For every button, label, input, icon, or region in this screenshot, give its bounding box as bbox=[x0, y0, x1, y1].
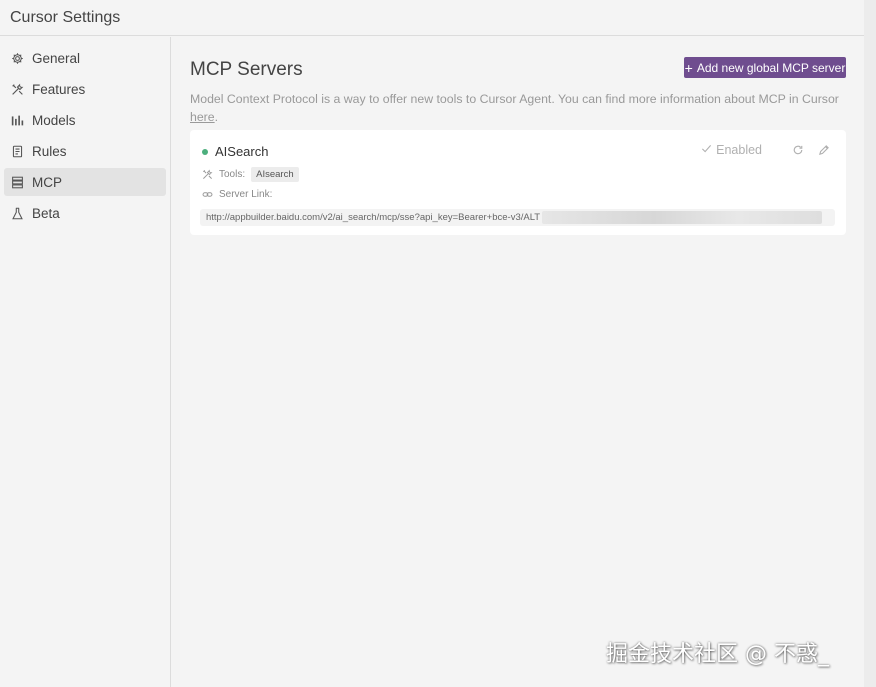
server-link-row: Server Link: bbox=[202, 189, 272, 200]
sidebar-item-mcp[interactable]: MCP bbox=[4, 168, 166, 196]
server-name: AISearch bbox=[215, 144, 269, 159]
server-icon bbox=[10, 175, 24, 189]
sidebar-item-label: Models bbox=[32, 112, 76, 128]
add-mcp-server-button[interactable]: + Add new global MCP server bbox=[684, 57, 846, 78]
mcp-description: Model Context Protocol is a way to offer… bbox=[190, 90, 840, 126]
page-title: MCP Servers bbox=[190, 59, 303, 80]
description-end: . bbox=[214, 110, 219, 124]
enabled-label: Enabled bbox=[716, 143, 762, 157]
tools-icon bbox=[202, 169, 214, 180]
sidebar-item-features[interactable]: Features bbox=[4, 75, 166, 103]
sidebar-item-label: General bbox=[32, 50, 81, 66]
gear-icon bbox=[10, 51, 24, 65]
redacted-area bbox=[542, 211, 823, 224]
sidebar-item-label: Rules bbox=[32, 143, 67, 159]
settings-window: Cursor Settings General Features Models … bbox=[0, 0, 864, 687]
tools-label: Tools: bbox=[219, 169, 246, 180]
add-button-label: Add new global MCP server bbox=[696, 60, 846, 75]
flask-icon bbox=[10, 206, 24, 220]
server-actions: Enabled bbox=[701, 143, 830, 157]
status-indicator bbox=[202, 148, 208, 155]
tool-tag: AIsearch bbox=[251, 167, 299, 182]
sidebar-item-rules[interactable]: Rules bbox=[4, 137, 166, 165]
link-icon bbox=[202, 189, 214, 200]
server-url-text: http://appbuilder.baidu.com/v2/ai_search… bbox=[206, 212, 541, 223]
enabled-toggle[interactable]: Enabled bbox=[701, 143, 762, 157]
plus-icon: + bbox=[684, 59, 693, 76]
sidebar-item-label: Beta bbox=[32, 205, 60, 221]
sidebar-item-beta[interactable]: Beta bbox=[4, 199, 166, 227]
main-panel: MCP Servers + Add new global MCP server … bbox=[172, 37, 864, 687]
sidebar-item-general[interactable]: General bbox=[4, 44, 166, 72]
sidebar: General Features Models Rules MCP Beta bbox=[0, 37, 171, 687]
docs-link[interactable]: here bbox=[190, 110, 215, 124]
document-icon bbox=[10, 144, 24, 158]
edit-icon[interactable] bbox=[818, 144, 830, 156]
window-title: Cursor Settings bbox=[0, 0, 864, 36]
refresh-icon[interactable] bbox=[792, 144, 804, 156]
server-header: AISearch bbox=[202, 144, 268, 159]
mcp-server-card: AISearch Enabled Tools: AIsearch Server … bbox=[190, 130, 846, 235]
tools-row: Tools: AIsearch bbox=[202, 167, 299, 182]
bar-chart-icon bbox=[10, 113, 24, 127]
tools-icon bbox=[10, 82, 24, 96]
check-icon bbox=[701, 143, 712, 157]
sidebar-item-models[interactable]: Models bbox=[4, 106, 166, 134]
window-edge bbox=[864, 0, 876, 687]
sidebar-item-label: MCP bbox=[32, 174, 62, 190]
server-url: http://appbuilder.baidu.com/v2/ai_search… bbox=[200, 209, 835, 226]
description-text: Model Context Protocol is a way to offer… bbox=[190, 92, 839, 106]
server-link-label: Server Link: bbox=[219, 189, 273, 200]
watermark: 掘金技术社区 @ 不惑_ bbox=[606, 642, 829, 667]
sidebar-item-label: Features bbox=[32, 81, 86, 97]
